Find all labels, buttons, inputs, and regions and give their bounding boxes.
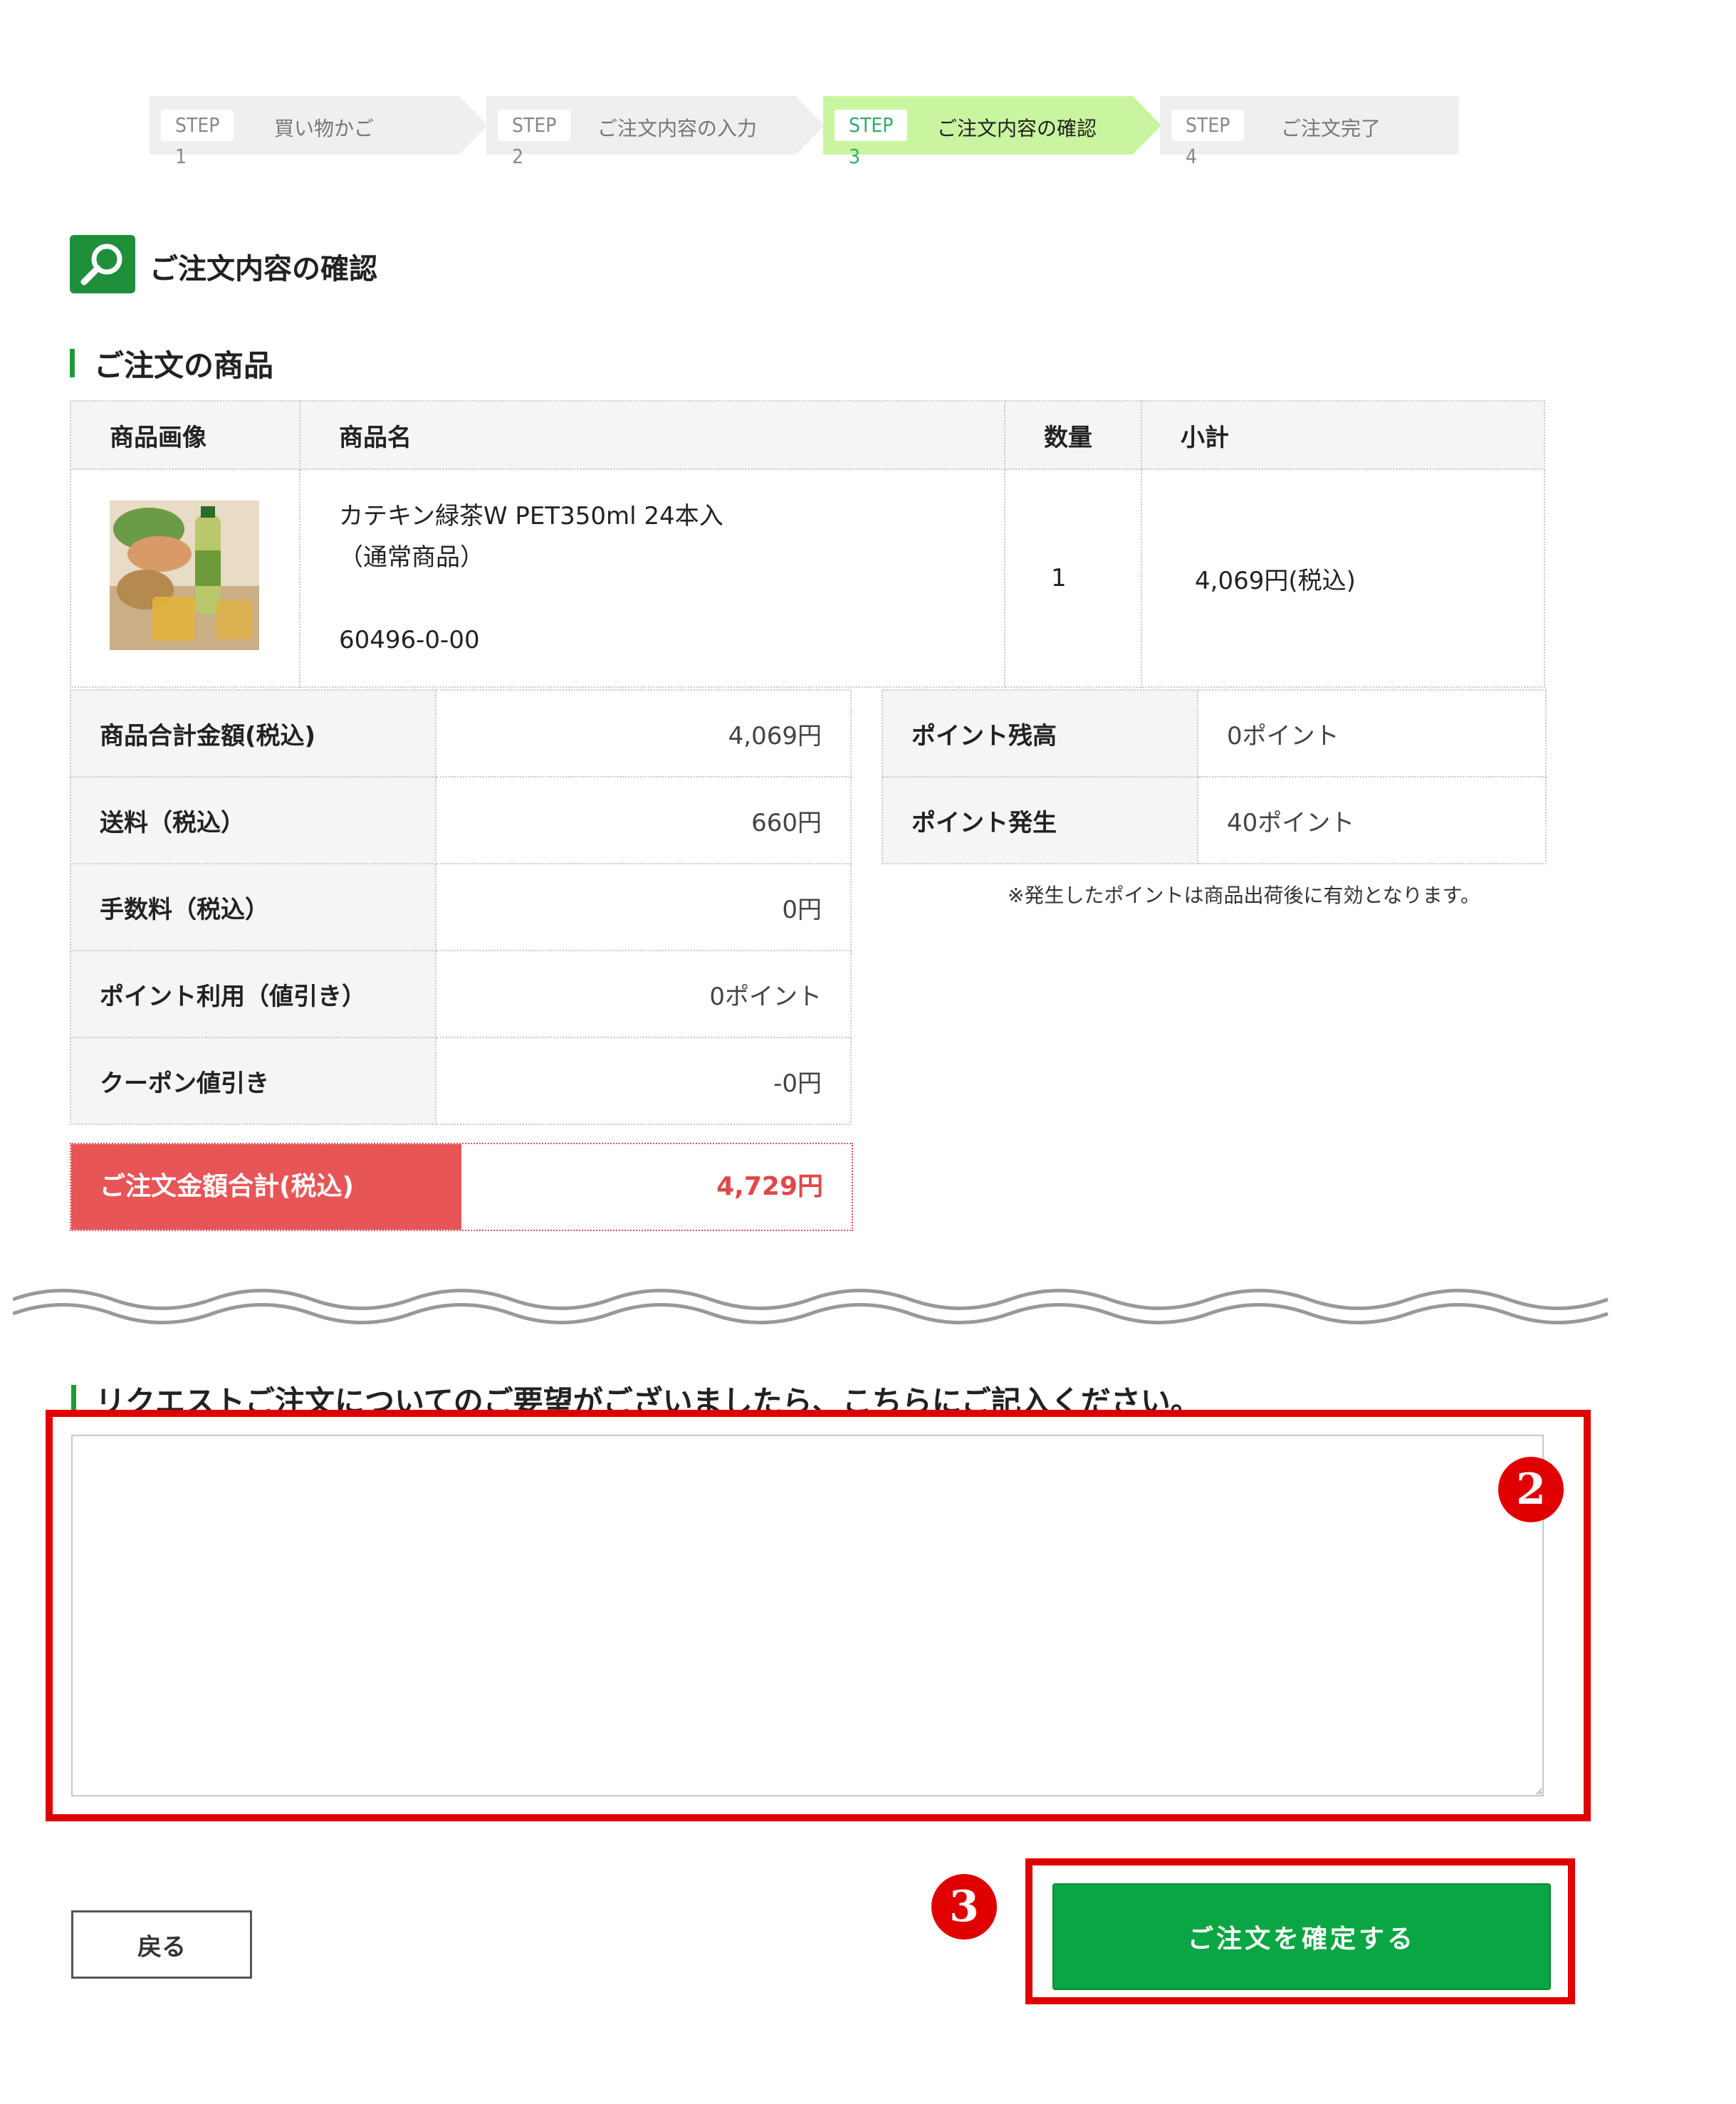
points-table: ポイント残高 0ポイント ポイント発生 40ポイント — [882, 689, 1547, 864]
table-header-row: 商品画像 商品名 数量 小計 — [70, 400, 1545, 470]
annotation-marker-2: 2 — [1498, 1457, 1564, 1522]
summary-label: クーポン値引き — [70, 1037, 436, 1125]
points-value: 40ポイント — [1197, 776, 1547, 864]
product-code: 60496-0-00 — [339, 626, 480, 654]
summary-label: ポイント利用（値引き） — [70, 950, 436, 1038]
summary-row: 送料（税込） 660円 — [70, 776, 852, 864]
back-button[interactable]: 戻る — [71, 1910, 252, 1979]
product-image — [110, 500, 259, 650]
summary-label: 送料（税込） — [70, 776, 436, 864]
step-1-label: 買い物かご — [274, 117, 375, 140]
summary-label: 商品合計金額(税込) — [70, 689, 436, 778]
header-name: 商品名 — [299, 400, 1005, 470]
order-items-table: 商品画像 商品名 数量 小計 カテキン緑茶W PET350ml 24本入 （通常… — [70, 400, 1545, 688]
points-label: ポイント発生 — [882, 776, 1198, 864]
points-value: 0ポイント — [1197, 689, 1547, 778]
order-total: ご注文金額合計(税込) 4,729円 — [70, 1143, 853, 1231]
points-row: ポイント発生 40ポイント — [882, 776, 1547, 864]
step-3-badge: STEP 3 — [835, 110, 908, 168]
product-image-cell — [70, 469, 300, 688]
product-type: （通常商品） — [339, 543, 484, 572]
points-label: ポイント残高 — [882, 689, 1198, 778]
summary-row: 手数料（税込） 0円 — [70, 863, 852, 951]
summary-row: ポイント利用（値引き） 0ポイント — [70, 950, 852, 1038]
step-2-badge: STEP 2 — [498, 110, 571, 168]
step-4-label: ご注文完了 — [1281, 117, 1381, 140]
points-note: ※発生したポイントは商品出荷後に有効となります。 — [1008, 884, 1480, 907]
order-total-value: 4,729円 — [716, 1172, 823, 1201]
page-title: ご注文内容の確認 — [150, 253, 377, 286]
annotation-marker-3: 3 — [931, 1874, 997, 1940]
summary-label: 手数料（税込） — [70, 863, 436, 951]
summary-value: -0円 — [435, 1037, 852, 1125]
checkout-stepper: STEP 1 買い物かご STEP 2 ご注文内容の入力 STEP 3 ご注文内… — [150, 96, 1460, 168]
product-name: カテキン緑茶W PET350ml 24本入 — [339, 502, 723, 530]
product-name-cell: カテキン緑茶W PET350ml 24本入 （通常商品） 60496-0-00 — [299, 469, 1005, 688]
step-4-badge: STEP 4 — [1171, 110, 1245, 168]
order-total-label: ご注文金額合計(税込) — [71, 1144, 461, 1230]
header-subtotal: 小計 — [1141, 400, 1545, 470]
summary-value: 0ポイント — [435, 950, 852, 1038]
step-2-label: ご注文内容の入力 — [597, 117, 758, 140]
magnifier-icon — [70, 235, 135, 293]
header-image: 商品画像 — [70, 400, 300, 470]
summary-row: クーポン値引き -0円 — [70, 1037, 852, 1125]
product-subtotal: 4,069円(税込) — [1141, 469, 1545, 688]
summary-value: 0円 — [435, 863, 852, 951]
wave-divider — [13, 1289, 1609, 1324]
summary-value: 4,069円 — [435, 689, 852, 778]
products-section-title: ご注文の商品 — [94, 348, 274, 383]
step-3-label: ご注文内容の確認 — [937, 117, 1097, 140]
section-bar — [70, 349, 75, 377]
summary-table: 商品合計金額(税込) 4,069円 送料（税込） 660円 手数料（税込） 0円 ポイ… — [70, 689, 852, 1125]
product-qty: 1 — [1004, 469, 1142, 688]
header-qty: 数量 — [1004, 400, 1142, 470]
points-row: ポイント残高 0ポイント — [882, 689, 1547, 778]
summary-value: 660円 — [435, 776, 852, 864]
step-1-badge: STEP 1 — [161, 110, 234, 168]
table-row: カテキン緑茶W PET350ml 24本入 （通常商品） 60496-0-00 … — [70, 469, 1545, 688]
confirm-order-button[interactable]: ご注文を確定する — [1052, 1883, 1551, 1990]
summary-row: 商品合計金額(税込) 4,069円 — [70, 689, 852, 778]
annotation-box-textarea — [46, 1410, 1591, 1821]
section-bar — [71, 1385, 76, 1413]
